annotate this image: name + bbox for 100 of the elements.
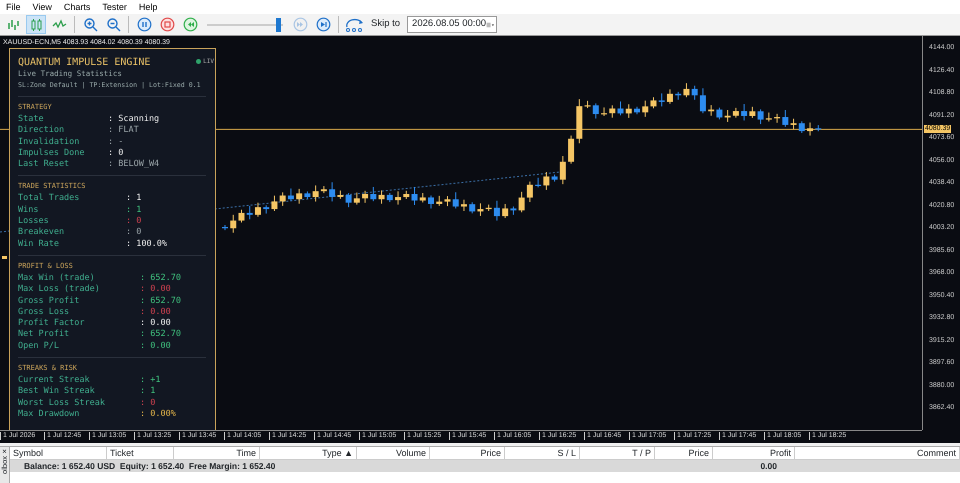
date-field[interactable]: 2026.08.05 00:00 <box>407 16 498 33</box>
candlestick-icon <box>28 17 44 32</box>
close-icon[interactable]: × <box>2 447 7 456</box>
candle <box>304 190 310 200</box>
stat-value: : 652.70 <box>140 329 181 341</box>
candle <box>758 108 764 125</box>
stat-value: : FLAT <box>108 125 139 137</box>
column-header[interactable]: Symbol <box>10 447 107 459</box>
candle <box>477 202 484 216</box>
step-forward-icon <box>316 17 330 32</box>
playback-speed-slider[interactable] <box>207 18 283 32</box>
stat-label: Max Win (trade) <box>18 272 96 284</box>
candle <box>535 177 542 188</box>
candle <box>271 195 278 212</box>
fast-forward-icon <box>292 17 308 32</box>
panel-title: QUANTUM IMPULSE ENGINE <box>18 57 150 69</box>
candle <box>782 110 788 128</box>
candle <box>502 203 508 219</box>
candle <box>609 104 616 118</box>
candle <box>749 106 756 118</box>
candle <box>618 100 624 116</box>
column-header[interactable]: Price <box>655 447 713 459</box>
candle <box>312 184 319 202</box>
candle <box>510 206 516 216</box>
candle <box>790 118 797 130</box>
stat-label: Open P/L <box>18 340 60 352</box>
candle <box>337 190 344 200</box>
candle <box>346 192 352 208</box>
stat-label: Max Loss (trade) <box>18 284 101 296</box>
candle <box>230 214 236 234</box>
menu-item[interactable]: Help <box>136 0 168 14</box>
stat-value: : 1 <box>126 204 142 216</box>
column-header[interactable]: T / P <box>580 447 655 459</box>
stat-value: : 0.00 <box>140 318 171 330</box>
candle <box>543 172 550 190</box>
rewind-icon <box>182 17 198 32</box>
candle <box>403 190 410 200</box>
column-header[interactable]: Ticket <box>107 447 174 459</box>
candle <box>724 110 731 122</box>
candle <box>428 195 434 209</box>
stat-value: : BELOW_W4 <box>108 159 160 170</box>
stat-label: Impulses Done <box>18 148 86 160</box>
stat-value: : 0.00% <box>140 408 176 420</box>
menu-item[interactable]: Tester <box>100 0 137 14</box>
candle <box>658 92 665 107</box>
candle <box>370 186 376 202</box>
candle <box>254 202 261 218</box>
candle <box>320 186 327 194</box>
candle <box>246 205 253 220</box>
bar-chart-icon <box>6 17 20 32</box>
menu-item[interactable]: File <box>4 0 31 14</box>
stat-value: : 0 <box>108 148 124 160</box>
stat-value: : 0.00 <box>140 306 171 318</box>
stat-label: Invalidation <box>18 136 80 148</box>
stat-label: Current Streak <box>18 375 91 386</box>
column-header[interactable]: S / L <box>505 447 580 459</box>
stat-value: : 0 <box>126 216 142 228</box>
candle <box>518 191 525 213</box>
stat-value: : 100.0% <box>126 238 167 250</box>
candle <box>412 186 418 206</box>
candle <box>460 199 467 212</box>
stat-label: Net Profit <box>18 329 70 341</box>
menu-item[interactable]: Charts <box>62 0 100 14</box>
candlestick-button[interactable] <box>26 15 46 34</box>
stat-label: Breakeven <box>18 227 66 239</box>
candle <box>675 91 682 100</box>
candle <box>708 104 714 116</box>
candle <box>452 192 459 209</box>
candle <box>650 96 656 109</box>
column-header[interactable]: Time <box>174 447 260 459</box>
column-header[interactable]: Profit <box>713 447 795 459</box>
menu-item[interactable]: View <box>30 0 62 14</box>
stat-label: State <box>18 114 45 126</box>
candle <box>494 200 500 222</box>
stat-label: Total Trades <box>18 193 80 205</box>
candle <box>766 112 772 122</box>
candle <box>634 106 640 115</box>
stat-value: : 0.00 <box>140 340 171 352</box>
candle <box>444 196 450 207</box>
stat-value: : 0.00 <box>140 284 171 296</box>
column-header[interactable]: Price <box>430 447 505 459</box>
candle <box>592 102 599 120</box>
candle <box>774 113 780 124</box>
candle <box>395 190 402 206</box>
stat-value: : Scanning <box>108 114 160 126</box>
profit-total: 0.00 <box>759 460 777 472</box>
candle <box>2 256 7 259</box>
candle <box>222 224 228 231</box>
candle <box>568 135 574 164</box>
candle <box>732 107 739 118</box>
candle <box>642 100 648 118</box>
candle <box>296 188 302 204</box>
candle <box>486 204 492 212</box>
stat-value: : 1 <box>140 386 156 398</box>
column-header[interactable]: Type ▲ <box>260 447 357 459</box>
candle <box>329 182 336 202</box>
column-header[interactable]: Volume <box>357 447 430 459</box>
status-dot <box>196 59 202 64</box>
column-header[interactable]: Comment <box>795 447 960 459</box>
candle <box>798 120 805 134</box>
